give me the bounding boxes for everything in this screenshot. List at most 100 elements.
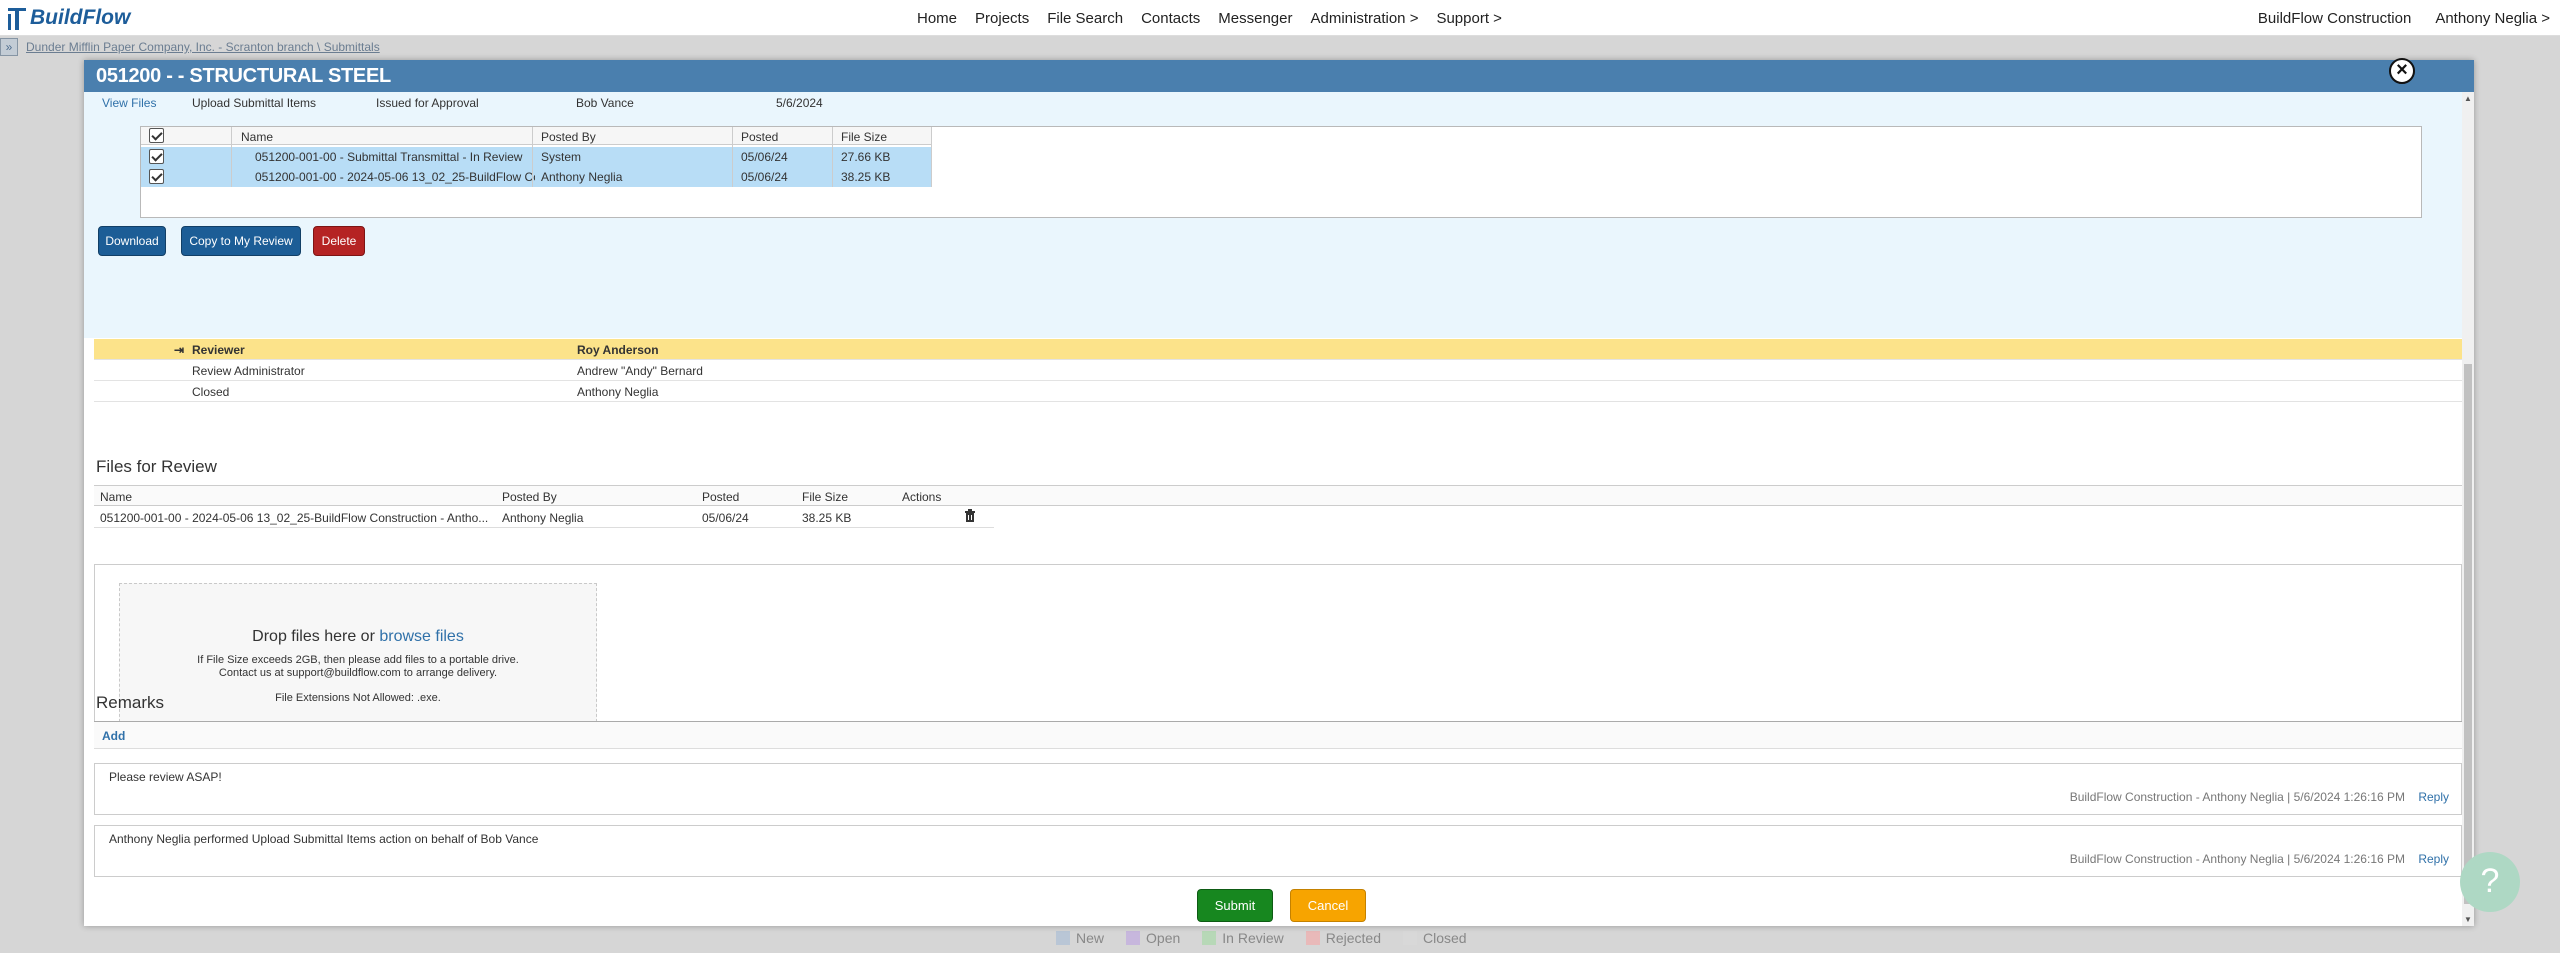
close-modal-button[interactable]: × — [2389, 58, 2415, 84]
reviewers-table: ⇥ Reviewer Roy Anderson Review Administr… — [94, 339, 2462, 402]
logo-icon — [6, 5, 28, 31]
new-swatch-icon — [1056, 931, 1070, 945]
reviewer-row-current: ⇥ Reviewer Roy Anderson — [94, 339, 2462, 360]
open-swatch-icon — [1126, 931, 1141, 945]
submit-button[interactable]: Submit — [1197, 889, 1273, 922]
submittal-action: Upload Submittal Items — [192, 96, 317, 110]
modal-title: 051200 - - STRUCTURAL STEEL — [96, 65, 391, 87]
modal-body: View Files Upload Submittal Items Issued… — [84, 92, 2474, 926]
file-row[interactable]: 051200-001-00 - Submittal Transmittal - … — [141, 147, 931, 167]
company-switcher[interactable]: BuildFlow Construction — [2258, 10, 2411, 27]
col-name: Name — [241, 130, 274, 144]
files-for-review-header: Name Posted By Posted File Size Actions — [94, 485, 2462, 506]
col-posted: Posted — [702, 490, 740, 504]
reviewer-name: Andrew "Andy" Bernard — [577, 364, 703, 378]
submittal-date: 5/6/2024 — [776, 96, 823, 110]
reviewer-name: Anthony Neglia — [577, 385, 659, 399]
col-actions: Actions — [902, 490, 942, 504]
browse-files-link[interactable]: browse files — [379, 628, 463, 645]
file-row-checkbox[interactable] — [149, 169, 164, 184]
legend-open: Open — [1126, 930, 1180, 946]
col-file-size: File Size — [802, 490, 849, 504]
nav-messenger[interactable]: Messenger — [1218, 10, 1292, 27]
modal-scrollbar[interactable]: ▲ ▼ — [2462, 92, 2474, 926]
remark-item: Please review ASAP! BuildFlow Constructi… — [94, 763, 2462, 815]
file-posted-by: Anthony Neglia — [541, 170, 623, 184]
column-divider — [231, 127, 232, 187]
trash-icon[interactable] — [964, 509, 976, 525]
logo-text: BuildFlow — [30, 6, 131, 29]
user-menu[interactable]: Anthony Neglia > — [2435, 10, 2550, 27]
column-divider — [832, 127, 833, 187]
column-divider — [931, 127, 932, 187]
reply-link[interactable]: Reply — [2418, 790, 2449, 804]
legend-rejected: Rejected — [1305, 930, 1381, 946]
file-posted-by: System — [541, 150, 582, 164]
delete-button[interactable]: Delete — [313, 226, 365, 256]
nav-projects[interactable]: Projects — [975, 10, 1029, 27]
review-file-name[interactable]: 051200-001-00 - 2024-05-06 13_02_25-Buil… — [100, 511, 490, 525]
dropzone-size-note: If File Size exceeds 2GB, then please ad… — [197, 654, 519, 679]
column-divider — [732, 127, 733, 187]
buildflow-logo[interactable]: BuildFlow — [6, 4, 130, 32]
nav-support[interactable]: Support > — [1436, 10, 1501, 27]
col-posted-by: Posted By — [502, 490, 557, 504]
upload-area: Drop files here or browse files If File … — [94, 564, 2462, 740]
remarks-title: Remarks — [96, 693, 165, 712]
review-file-posted: 05/06/24 — [702, 511, 749, 525]
file-size: 38.25 KB — [841, 170, 891, 184]
submittal-files-table: Name Posted By Posted File Size 051200-0… — [140, 126, 2422, 218]
select-all-checkbox[interactable] — [149, 128, 164, 143]
file-row-checkbox[interactable] — [149, 149, 164, 164]
file-name[interactable]: 051200-001-00 - 2024-05-06 13_02_25-Buil… — [255, 170, 535, 184]
rejected-swatch-icon — [1305, 931, 1320, 945]
submittal-status: Issued for Approval — [376, 96, 479, 110]
scrollbar-thumb[interactable] — [2464, 364, 2472, 904]
file-posted: 05/06/24 — [741, 150, 788, 164]
col-file-size: File Size — [841, 130, 888, 144]
reviewer-role: Review Administrator — [192, 364, 305, 378]
nav-administration[interactable]: Administration > — [1310, 10, 1418, 27]
top-nav: BuildFlow Home Projects File Search Cont… — [0, 0, 2560, 36]
nav-contacts[interactable]: Contacts — [1141, 10, 1200, 27]
main-menu: Home Projects File Search Contacts Messe… — [917, 0, 1520, 36]
add-remark-link[interactable]: Add — [102, 729, 125, 743]
files-for-review-title: Files for Review — [96, 457, 217, 476]
review-file-posted-by: Anthony Neglia — [502, 511, 584, 525]
scroll-up-icon[interactable]: ▲ — [2464, 94, 2472, 103]
submittal-modal: 051200 - - STRUCTURAL STEEL View Files U… — [84, 60, 2474, 926]
remark-text: Anthony Neglia performed Upload Submitta… — [109, 832, 539, 846]
legend-in-review: In Review — [1202, 930, 1284, 946]
file-row[interactable]: 051200-001-00 - 2024-05-06 13_02_25-Buil… — [141, 167, 931, 187]
dropzone-extension-note: File Extensions Not Allowed: .exe. — [275, 692, 441, 704]
remarks-toolbar: Add — [94, 721, 2462, 749]
modal-header: 051200 - - STRUCTURAL STEEL — [84, 60, 2474, 92]
reply-link[interactable]: Reply — [2418, 852, 2449, 866]
help-button[interactable]: ? — [2460, 852, 2520, 912]
col-posted: Posted — [741, 130, 779, 144]
copy-to-my-review-button[interactable]: Copy to My Review — [181, 226, 301, 256]
nav-home[interactable]: Home — [917, 10, 957, 27]
file-size: 27.66 KB — [841, 150, 891, 164]
files-table-header: Name Posted By Posted File Size — [141, 127, 931, 145]
dropzone-prompt: Drop files here or browse files — [252, 628, 464, 645]
file-name[interactable]: 051200-001-00 - Submittal Transmittal - … — [255, 150, 522, 164]
view-files-link[interactable]: View Files — [102, 96, 156, 110]
in-review-swatch-icon — [1202, 931, 1217, 945]
review-file-row[interactable]: 051200-001-00 - 2024-05-06 13_02_25-Buil… — [94, 506, 994, 528]
reviewer-role: Closed — [192, 385, 230, 399]
submittal-by: Bob Vance — [576, 96, 634, 110]
download-button[interactable]: Download — [98, 226, 166, 256]
review-file-size: 38.25 KB — [802, 511, 852, 525]
closed-swatch-icon — [1403, 931, 1417, 945]
reviewer-row: Review Administrator Andrew "Andy" Berna… — [94, 360, 2462, 381]
legend-closed: Closed — [1403, 930, 1467, 946]
cancel-button[interactable]: Cancel — [1290, 889, 1366, 922]
file-dropzone[interactable]: Drop files here or browse files If File … — [119, 583, 597, 727]
legend-new: New — [1056, 930, 1104, 946]
col-posted-by: Posted By — [541, 130, 596, 144]
column-divider — [532, 127, 533, 187]
scroll-down-icon[interactable]: ▼ — [2464, 915, 2472, 924]
nav-file-search[interactable]: File Search — [1047, 10, 1123, 27]
reviewer-current-icon: ⇥ — [174, 343, 185, 357]
